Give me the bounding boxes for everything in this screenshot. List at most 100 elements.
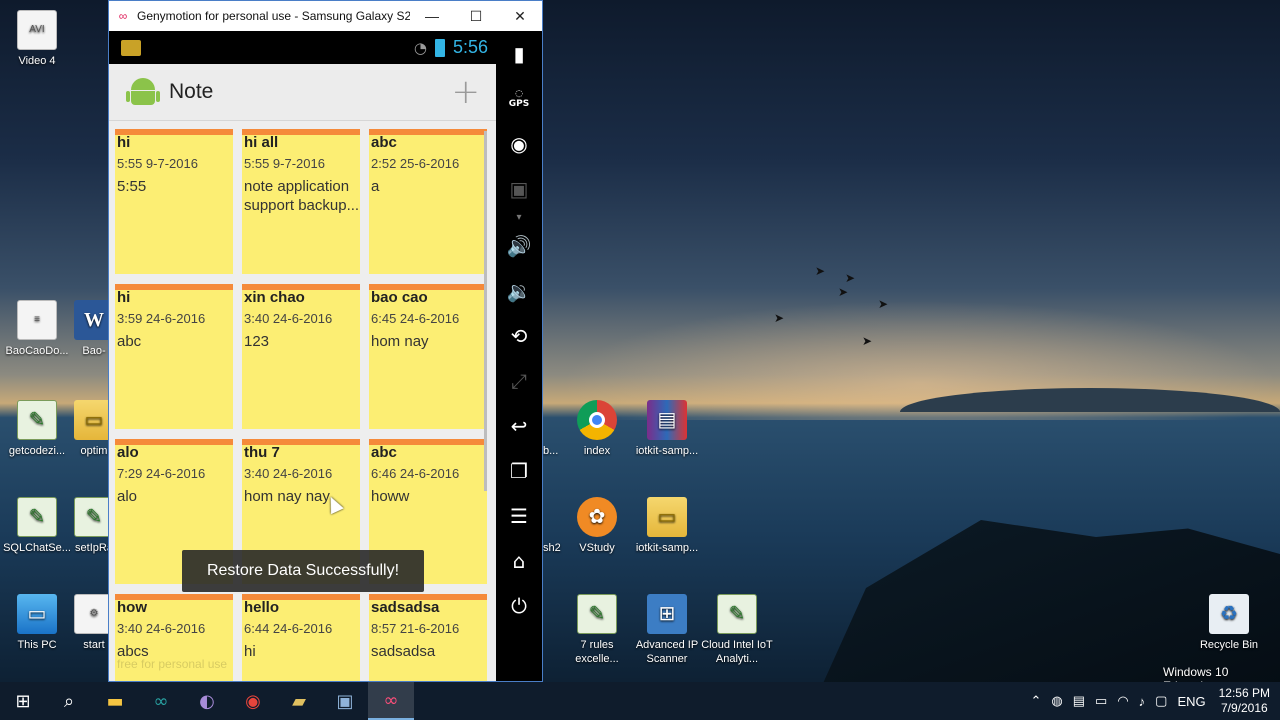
taskbar-eclipse[interactable]: ◐ xyxy=(184,682,230,720)
note-body: hom nay xyxy=(371,333,429,350)
scale-button[interactable]: ⤢ xyxy=(496,358,542,403)
note-title: alo xyxy=(117,444,139,461)
desktop-icon-baocao[interactable]: ≡ BaoCaoDo... xyxy=(0,300,74,358)
note-date: 6:44 24-6-2016 xyxy=(244,621,333,636)
taskbar-arduino[interactable]: ∞ xyxy=(138,682,184,720)
eclipse-icon: ◐ xyxy=(199,690,215,712)
wifi-icon[interactable]: ◠ xyxy=(1112,693,1133,709)
recycle-bin-icon: ♻ xyxy=(1209,594,1249,634)
note-card[interactable]: hi all 5:55 9-7-2016 note application su… xyxy=(242,129,360,274)
window-title: Genymotion for personal use - Samsung Ga… xyxy=(137,9,410,23)
search-icon: ⌕ xyxy=(63,690,75,712)
desktop-icon-getcodezip[interactable]: ✎ getcodezi... xyxy=(0,400,74,458)
note-card[interactable]: hi 5:55 9-7-2016 5:55 xyxy=(115,129,233,274)
note-body: a xyxy=(371,178,380,195)
note-date: 3:40 24-6-2016 xyxy=(117,621,206,636)
volume-up-button[interactable]: 🔊 xyxy=(496,223,542,268)
close-button[interactable]: ✕ xyxy=(498,1,542,31)
minimize-button[interactable]: — xyxy=(410,1,454,31)
document-icon: ≡ xyxy=(17,300,57,340)
volume-down-button[interactable]: 🔉 xyxy=(496,268,542,313)
menu-button[interactable]: ☰ xyxy=(496,493,542,538)
home-button[interactable]: ⌂ xyxy=(496,538,542,583)
search-button[interactable]: ⌕ xyxy=(46,682,92,720)
tray-device-icon[interactable]: ▭ xyxy=(1090,693,1112,709)
capture-widget-button[interactable]: ▣ xyxy=(496,166,542,211)
note-body: 5:55 xyxy=(117,178,147,195)
note-date: 3:40 24-6-2016 xyxy=(244,466,333,481)
genymotion-toolbar: ▮ ◌ GPS ◉ ▣ ▾ 🔊 🔉 ⟲ ⤢ ↩ ❐ ☰ ⌂ ⏻ xyxy=(496,31,542,681)
language-indicator[interactable]: ENG xyxy=(1172,694,1210,709)
desktop-icon-7rules[interactable]: ✎ 7 rules excelle... xyxy=(560,594,634,666)
desktop-icon-iotkit-folder[interactable]: ▭ iotkit-samp... xyxy=(630,497,704,555)
desktop-icon-recycle-bin[interactable]: ♻ Recycle Bin xyxy=(1192,594,1266,652)
add-note-button[interactable]: + xyxy=(448,75,485,109)
note-card[interactable]: sadsadsa 8:57 21-6-2016 sadsadsa xyxy=(369,594,487,681)
note-card[interactable]: xin chao 3:40 24-6-2016 123 xyxy=(242,284,360,429)
action-center-icon[interactable]: ▢ xyxy=(1150,693,1172,709)
genymotion-window: ∞ Genymotion for personal use - Samsung … xyxy=(108,0,543,682)
rotate-button[interactable]: ⟲ xyxy=(496,313,542,358)
app-title: Note xyxy=(169,80,214,103)
system-tray: ⌃ ◍ ▤ ▭ ◠ ♪ ▢ ENG 12:56 PM 7/9/2016 xyxy=(1025,682,1280,720)
back-button[interactable]: ↩ xyxy=(496,403,542,448)
note-date: 7:29 24-6-2016 xyxy=(117,466,206,481)
start-button[interactable]: ⊞ xyxy=(0,682,46,720)
steam-icon[interactable]: ◍ xyxy=(1046,693,1067,709)
note-title: thu 7 xyxy=(244,444,280,461)
taskbar-floppy[interactable]: ▣ xyxy=(322,682,368,720)
script-file-icon: ✎ xyxy=(577,594,617,634)
note-title: xin chao xyxy=(244,289,305,306)
battery-icon xyxy=(434,38,445,57)
bird-icon: ➤ xyxy=(774,311,785,325)
note-title: hi xyxy=(117,289,131,306)
taskbar-clock[interactable]: 12:56 PM 7/9/2016 xyxy=(1211,686,1280,716)
desktop-icon-index[interactable]: index xyxy=(560,400,634,458)
maximize-button[interactable]: ☐ xyxy=(454,1,498,31)
note-title: bao cao xyxy=(371,289,428,306)
note-title: how xyxy=(117,599,147,616)
script-file-icon: ✎ xyxy=(17,400,57,440)
notification-icon xyxy=(121,39,141,56)
chrome-icon: ◉ xyxy=(245,690,261,712)
android-screen: ◔ 5:56 Note + hi 5:55 9-7-2016 5:55 hi a… xyxy=(109,31,496,681)
desktop-icon-sqlchat[interactable]: ✎ SQLChatSe... xyxy=(0,497,74,555)
gps-widget-button[interactable]: ◌ GPS xyxy=(496,76,542,121)
camera-widget-button[interactable]: ◉ xyxy=(496,121,542,166)
note-body: 123 xyxy=(244,333,270,350)
folder-icon: ▭ xyxy=(647,497,687,537)
note-title: hello xyxy=(244,599,280,616)
folder-icon: ▬ xyxy=(106,690,124,712)
taskbar-chrome[interactable]: ◉ xyxy=(230,682,276,720)
note-date: 6:46 24-6-2016 xyxy=(371,466,460,481)
notes-scrollbar[interactable] xyxy=(484,131,487,491)
desktop-icon-video[interactable]: AVI Video 4 xyxy=(0,10,74,68)
note-title: hi xyxy=(117,134,131,151)
note-card[interactable]: hello 6:44 24-6-2016 hi xyxy=(242,594,360,681)
power-button[interactable]: ⏻ xyxy=(496,583,542,628)
desktop-icon-cloud-intel[interactable]: ✎ Cloud Intel IoT Analyti... xyxy=(700,594,774,666)
bird-icon: ➤ xyxy=(862,334,873,348)
taskbar-file-explorer[interactable]: ▬ xyxy=(92,682,138,720)
volume-icon[interactable]: ♪ xyxy=(1134,694,1151,709)
desktop-icon-this-pc[interactable]: ▭ This PC xyxy=(0,594,74,652)
desktop-icon-advanced-ip-scanner[interactable]: ⊞ Advanced IP Scanner xyxy=(630,594,704,666)
window-titlebar[interactable]: ∞ Genymotion for personal use - Samsung … xyxy=(109,1,542,31)
tray-app-icon[interactable]: ▤ xyxy=(1068,693,1090,709)
recent-apps-button[interactable]: ❐ xyxy=(496,448,542,493)
desktop-icon-iotkit-rar[interactable]: ▤ iotkit-samp... xyxy=(630,400,704,458)
note-date: 2:52 25-6-2016 xyxy=(371,156,460,171)
battery-widget-button[interactable]: ▮ xyxy=(496,31,542,76)
taskbar-genymotion[interactable]: ∞ xyxy=(368,682,414,720)
wifi-icon: ◔ xyxy=(413,38,427,57)
note-card[interactable]: hi 3:59 24-6-2016 abc xyxy=(115,284,233,429)
note-card[interactable]: abc 2:52 25-6-2016 a xyxy=(369,129,487,274)
bird-icon: ➤ xyxy=(845,271,856,285)
bird-icon: ➤ xyxy=(815,264,826,278)
tray-chevron-icon[interactable]: ⌃ xyxy=(1025,693,1046,709)
note-card[interactable]: bao cao 6:45 24-6-2016 hom nay xyxy=(369,284,487,429)
desktop-icon-vstudy[interactable]: ✿ VStudy xyxy=(560,497,634,555)
more-chevron-icon[interactable]: ▾ xyxy=(496,211,542,223)
taskbar-folder[interactable]: ▰ xyxy=(276,682,322,720)
note-date: 6:45 24-6-2016 xyxy=(371,311,460,326)
